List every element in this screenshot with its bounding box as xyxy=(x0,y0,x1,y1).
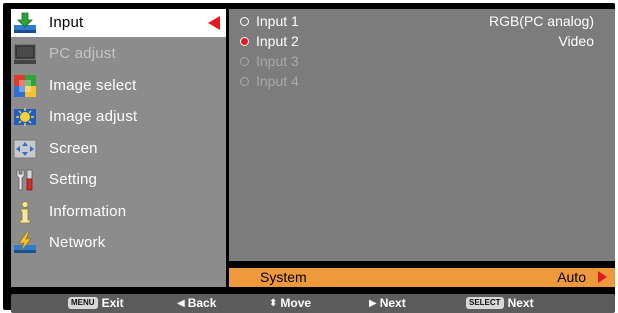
menu-item-label: Screen xyxy=(49,140,98,157)
menu-item-setting[interactable]: Setting xyxy=(11,166,226,194)
hint-move: ⬍ Move xyxy=(269,296,311,310)
input-label: Input 2 xyxy=(256,33,299,49)
radio-button-checked-icon[interactable] xyxy=(240,37,249,46)
menu-key-icon: MENU xyxy=(68,297,98,309)
projector-osd: Input PC adjust Image select Image adjus… xyxy=(3,3,615,313)
menu-item-label: Image adjust xyxy=(49,108,138,125)
input-option-2[interactable]: Input 2 Video xyxy=(229,32,615,52)
select-key-icon: SELECT xyxy=(466,297,504,309)
input-panel: Input 1 RGB(PC analog) Input 2 Video Inp… xyxy=(229,9,615,261)
menu-item-input[interactable]: Input xyxy=(11,9,226,37)
hint-label: Exit xyxy=(101,296,124,310)
input-label: Input 4 xyxy=(256,73,299,89)
screen-icon xyxy=(13,139,37,159)
main-menu: Input PC adjust Image select Image adjus… xyxy=(11,9,226,287)
radio-button-icon[interactable] xyxy=(240,77,249,86)
arrow-up-down-icon: ⬍ xyxy=(269,297,278,309)
menu-item-image-select[interactable]: Image select xyxy=(11,72,226,100)
hint-label: Next xyxy=(507,296,534,310)
menu-item-label: Image select xyxy=(49,77,137,94)
menu-item-label: Setting xyxy=(49,171,98,188)
hint-label: Next xyxy=(379,296,406,310)
menu-item-label: Information xyxy=(49,203,127,220)
hint-back: ◀ Back xyxy=(177,296,216,310)
menu-item-information[interactable]: Information xyxy=(11,198,226,226)
menu-item-label: Input xyxy=(49,14,84,31)
network-icon xyxy=(14,231,36,253)
information-icon xyxy=(19,201,31,224)
menu-item-screen[interactable]: Screen xyxy=(11,135,226,163)
menu-item-label: Network xyxy=(49,234,106,251)
system-setting-row[interactable]: System Auto xyxy=(229,268,615,287)
input-option-4[interactable]: Input 4 xyxy=(229,72,615,92)
hint-bar: MENU Exit ◀ Back ⬍ Move ▶ Next SELECT Ne… xyxy=(11,294,615,313)
arrow-right-icon: ▶ xyxy=(369,297,377,309)
selection-arrow-icon xyxy=(208,16,220,30)
arrow-left-icon: ◀ xyxy=(177,297,185,309)
radio-button-icon[interactable] xyxy=(240,17,249,26)
menu-item-image-adjust[interactable]: Image adjust xyxy=(11,103,226,131)
input-option-1[interactable]: Input 1 RGB(PC analog) xyxy=(229,12,615,32)
hint-select-next: SELECT Next xyxy=(466,296,534,310)
menu-item-pc-adjust[interactable]: PC adjust xyxy=(11,40,226,68)
system-value: Auto xyxy=(557,269,586,285)
input-signal-value: Video xyxy=(558,33,594,49)
input-icon xyxy=(14,12,36,33)
hint-exit: MENU Exit xyxy=(68,296,124,310)
input-label: Input 3 xyxy=(256,53,299,69)
input-signal-value: RGB(PC analog) xyxy=(488,13,594,29)
input-label: Input 1 xyxy=(256,13,299,29)
system-label: System xyxy=(260,269,307,285)
hint-label: Back xyxy=(187,296,217,310)
pc-adjust-icon xyxy=(14,44,36,64)
input-option-3[interactable]: Input 3 xyxy=(229,52,615,72)
image-select-icon xyxy=(14,75,36,97)
menu-item-label: PC adjust xyxy=(49,45,116,62)
chevron-right-icon[interactable] xyxy=(598,271,607,283)
hint-next: ▶ Next xyxy=(369,296,406,310)
radio-button-icon[interactable] xyxy=(240,57,249,66)
hint-label: Move xyxy=(280,296,312,310)
setting-icon xyxy=(16,169,33,191)
menu-item-network[interactable]: Network xyxy=(11,229,226,257)
image-adjust-icon xyxy=(14,108,36,126)
